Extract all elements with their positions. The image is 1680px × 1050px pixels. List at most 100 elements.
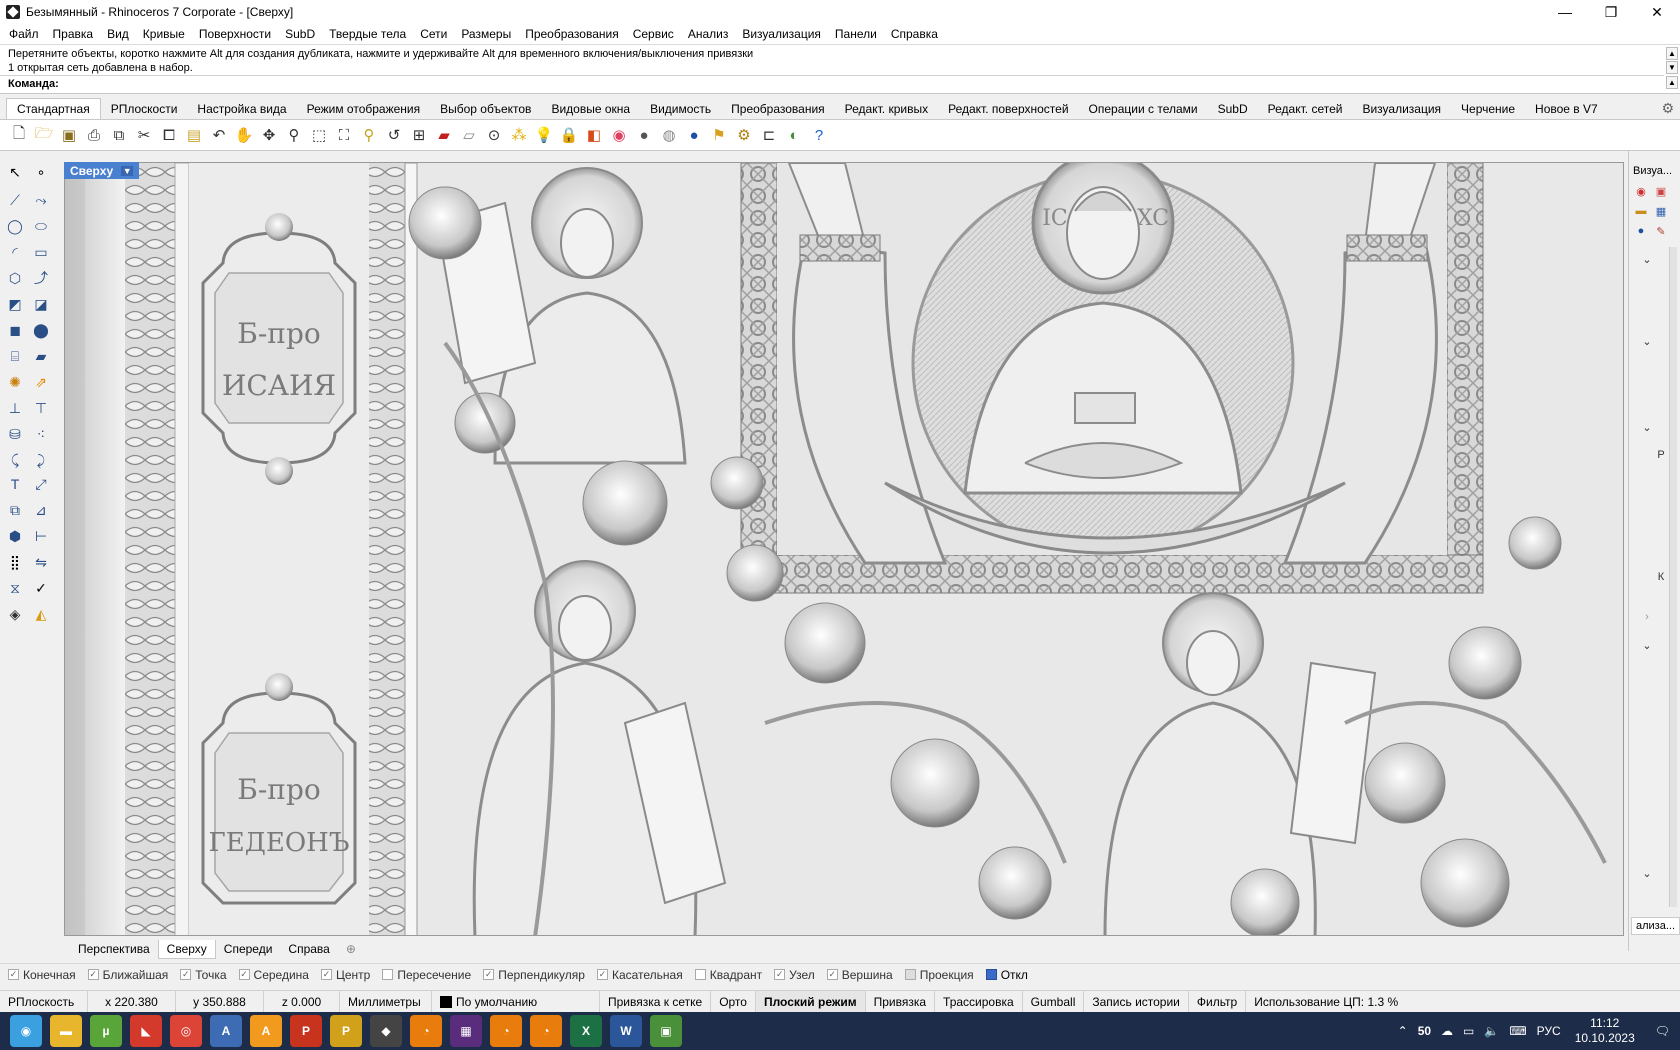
copy-icon[interactable]: ⧠ bbox=[158, 124, 180, 146]
units-status[interactable]: Миллиметры bbox=[340, 991, 432, 1012]
paint-icon[interactable]: ◭ bbox=[30, 603, 52, 625]
four-viewports-icon[interactable]: ⊞ bbox=[408, 124, 430, 146]
command-scroll-up[interactable]: ▲ bbox=[1666, 76, 1678, 89]
rhino-icon[interactable]: ◆ bbox=[370, 1015, 402, 1047]
rebuild-icon[interactable]: ⊿ bbox=[30, 499, 52, 521]
tab-solid-tools[interactable]: Операции с телами bbox=[1079, 99, 1208, 119]
osnap-disable[interactable]: Откл bbox=[985, 968, 1028, 982]
smarttrack-toggle[interactable]: Трассировка bbox=[935, 991, 1023, 1012]
dimension-icon[interactable]: ⊏ bbox=[758, 124, 780, 146]
tray-badge-count[interactable]: 50 bbox=[1418, 1024, 1431, 1038]
volume-icon[interactable]: 🔈 bbox=[1484, 1024, 1499, 1038]
open-folder-icon[interactable]: 🗁 bbox=[33, 124, 55, 146]
osnap-knot[interactable]: ✓ Узел bbox=[774, 968, 815, 982]
illustrator-icon[interactable]: A bbox=[250, 1015, 282, 1047]
split-icon[interactable]: ⤸ bbox=[30, 449, 52, 471]
tab-new-in-v7[interactable]: Новое в V7 bbox=[1525, 99, 1608, 119]
car-icon[interactable]: ▰ bbox=[433, 124, 455, 146]
layer-icon[interactable]: ◧ bbox=[583, 124, 605, 146]
viewport-title-tab[interactable]: Сверху ▼ bbox=[64, 162, 140, 179]
cut-icon[interactable]: ✂ bbox=[133, 124, 155, 146]
grid-snap-toggle[interactable]: Привязка к сетке bbox=[600, 991, 712, 1012]
environment-icon[interactable]: ▦ bbox=[1653, 203, 1669, 219]
menu-analyze[interactable]: Анализ bbox=[681, 27, 736, 41]
cplane-status[interactable]: РПлоскость bbox=[0, 991, 88, 1012]
scale-icon[interactable]: ⤢ bbox=[30, 473, 52, 495]
filter-toggle[interactable]: Фильтр bbox=[1189, 991, 1247, 1012]
blender-icon-2[interactable]: ◔ bbox=[490, 1015, 522, 1047]
osnap-mid[interactable]: ✓ Середина bbox=[238, 968, 309, 982]
surface-corner-icon[interactable]: ◩ bbox=[4, 293, 26, 315]
spotlight-icon[interactable]: ⚑ bbox=[708, 124, 730, 146]
render-icon[interactable]: ◈ bbox=[4, 603, 26, 625]
utorrent-icon[interactable]: µ bbox=[90, 1015, 122, 1047]
chevron-down-icon[interactable]: ⌄ bbox=[1639, 419, 1655, 435]
powermill-icon[interactable]: P bbox=[290, 1015, 322, 1047]
material-sphere-icon[interactable]: ● bbox=[633, 124, 655, 146]
tab-visibility[interactable]: Видимость bbox=[640, 99, 721, 119]
lock-icon[interactable]: 🔒 bbox=[558, 124, 580, 146]
osnap-tan[interactable]: ✓ Касательная bbox=[596, 968, 683, 982]
help-icon[interactable]: ? bbox=[808, 124, 830, 146]
add-viewport-icon[interactable]: ⊕ bbox=[338, 940, 364, 958]
undo-view-icon[interactable]: ↺ bbox=[383, 124, 405, 146]
array-icon[interactable]: ⁖ bbox=[30, 423, 52, 445]
snap-icon[interactable]: ⇋ bbox=[30, 551, 52, 573]
color-wheel-icon[interactable]: ◉ bbox=[1633, 183, 1649, 199]
tab-drafting[interactable]: Черчение bbox=[1451, 99, 1525, 119]
tab-top[interactable]: Сверху bbox=[157, 939, 216, 959]
extrude-curve-icon[interactable]: ◪ bbox=[30, 293, 52, 315]
history-scroll-down[interactable]: ▼ bbox=[1666, 61, 1678, 74]
osnap-vertex[interactable]: ✓ Вершина bbox=[826, 968, 893, 982]
chevron-down-icon[interactable]: ⌄ bbox=[1639, 333, 1655, 349]
tab-curve-tools[interactable]: Редакт. кривых bbox=[835, 99, 938, 119]
layer-status[interactable]: По умолчанию bbox=[432, 991, 600, 1012]
pan-hand-icon[interactable]: ✋ bbox=[233, 124, 255, 146]
osnap-perp[interactable]: ✓ Перпендикуляр bbox=[483, 968, 585, 982]
select-points-icon[interactable]: ⁂ bbox=[508, 124, 530, 146]
print-icon[interactable]: ⎙ bbox=[83, 124, 105, 146]
tab-select[interactable]: Выбор объектов bbox=[430, 99, 541, 119]
osnap-end[interactable]: ✓ Конечная bbox=[8, 968, 76, 982]
block-icon[interactable]: ⬢ bbox=[4, 525, 26, 547]
select-arrow-icon[interactable]: ↖ bbox=[4, 161, 26, 183]
polygon-icon[interactable]: ⬡ bbox=[4, 267, 26, 289]
render-sphere-icon[interactable]: ◍ bbox=[658, 124, 680, 146]
check-icon[interactable]: ✓ bbox=[30, 577, 52, 599]
artcam-icon[interactable]: A bbox=[210, 1015, 242, 1047]
planar-toggle[interactable]: Плоский режим bbox=[755, 991, 866, 1012]
light-icon[interactable]: ✺ bbox=[4, 371, 26, 393]
trim-icon[interactable]: ⤹ bbox=[4, 449, 26, 471]
shaded-car-icon[interactable]: ▱ bbox=[458, 124, 480, 146]
ortho-toggle[interactable]: Орто bbox=[711, 991, 756, 1012]
cplane-icon[interactable]: ⊙ bbox=[483, 124, 505, 146]
lightbulb-icon[interactable]: 💡 bbox=[533, 124, 555, 146]
osnap-toggle[interactable]: Привязка bbox=[866, 991, 936, 1012]
save-icon[interactable]: ▣ bbox=[58, 124, 80, 146]
explode-icon[interactable]: ⧉ bbox=[4, 499, 26, 521]
osnap-int[interactable]: Пересечение bbox=[382, 968, 471, 982]
gumball-toggle[interactable]: Gumball bbox=[1023, 991, 1085, 1012]
tab-display[interactable]: Режим отображения bbox=[297, 99, 431, 119]
blender-icon[interactable]: ◔ bbox=[410, 1015, 442, 1047]
tab-subd-tools[interactable]: SubD bbox=[1208, 99, 1258, 119]
new-file-icon[interactable]: 🗋 bbox=[8, 124, 30, 146]
group-icon[interactable]: ⛁ bbox=[4, 423, 26, 445]
folder-icon[interactable]: ▬ bbox=[1633, 203, 1649, 219]
panel-scrollbar[interactable] bbox=[1669, 247, 1677, 907]
text-icon[interactable]: T bbox=[4, 473, 26, 495]
osnap-near[interactable]: ✓ Ближайшая bbox=[87, 968, 168, 982]
menu-surfaces[interactable]: Поверхности bbox=[192, 27, 278, 41]
chevron-down-icon[interactable]: ⌄ bbox=[1639, 865, 1655, 881]
raytraced-sphere-icon[interactable]: ● bbox=[683, 124, 705, 146]
tab-mesh-tools[interactable]: Редакт. сетей bbox=[1258, 99, 1353, 119]
menu-subd[interactable]: SubD bbox=[278, 27, 322, 41]
curve-cv-icon[interactable]: ⤳ bbox=[30, 189, 52, 211]
word-icon[interactable]: W bbox=[610, 1015, 642, 1047]
fillet-curve-icon[interactable]: ⤴ bbox=[30, 267, 52, 289]
osnap-quad[interactable]: Квадрант bbox=[694, 968, 762, 982]
close-button[interactable]: ✕ bbox=[1634, 0, 1680, 24]
gumball-icon[interactable]: ⇗ bbox=[30, 371, 52, 393]
command-prompt-input[interactable]: Команда: bbox=[0, 75, 1664, 93]
right-panel-header[interactable]: Визуа... bbox=[1633, 165, 1672, 177]
